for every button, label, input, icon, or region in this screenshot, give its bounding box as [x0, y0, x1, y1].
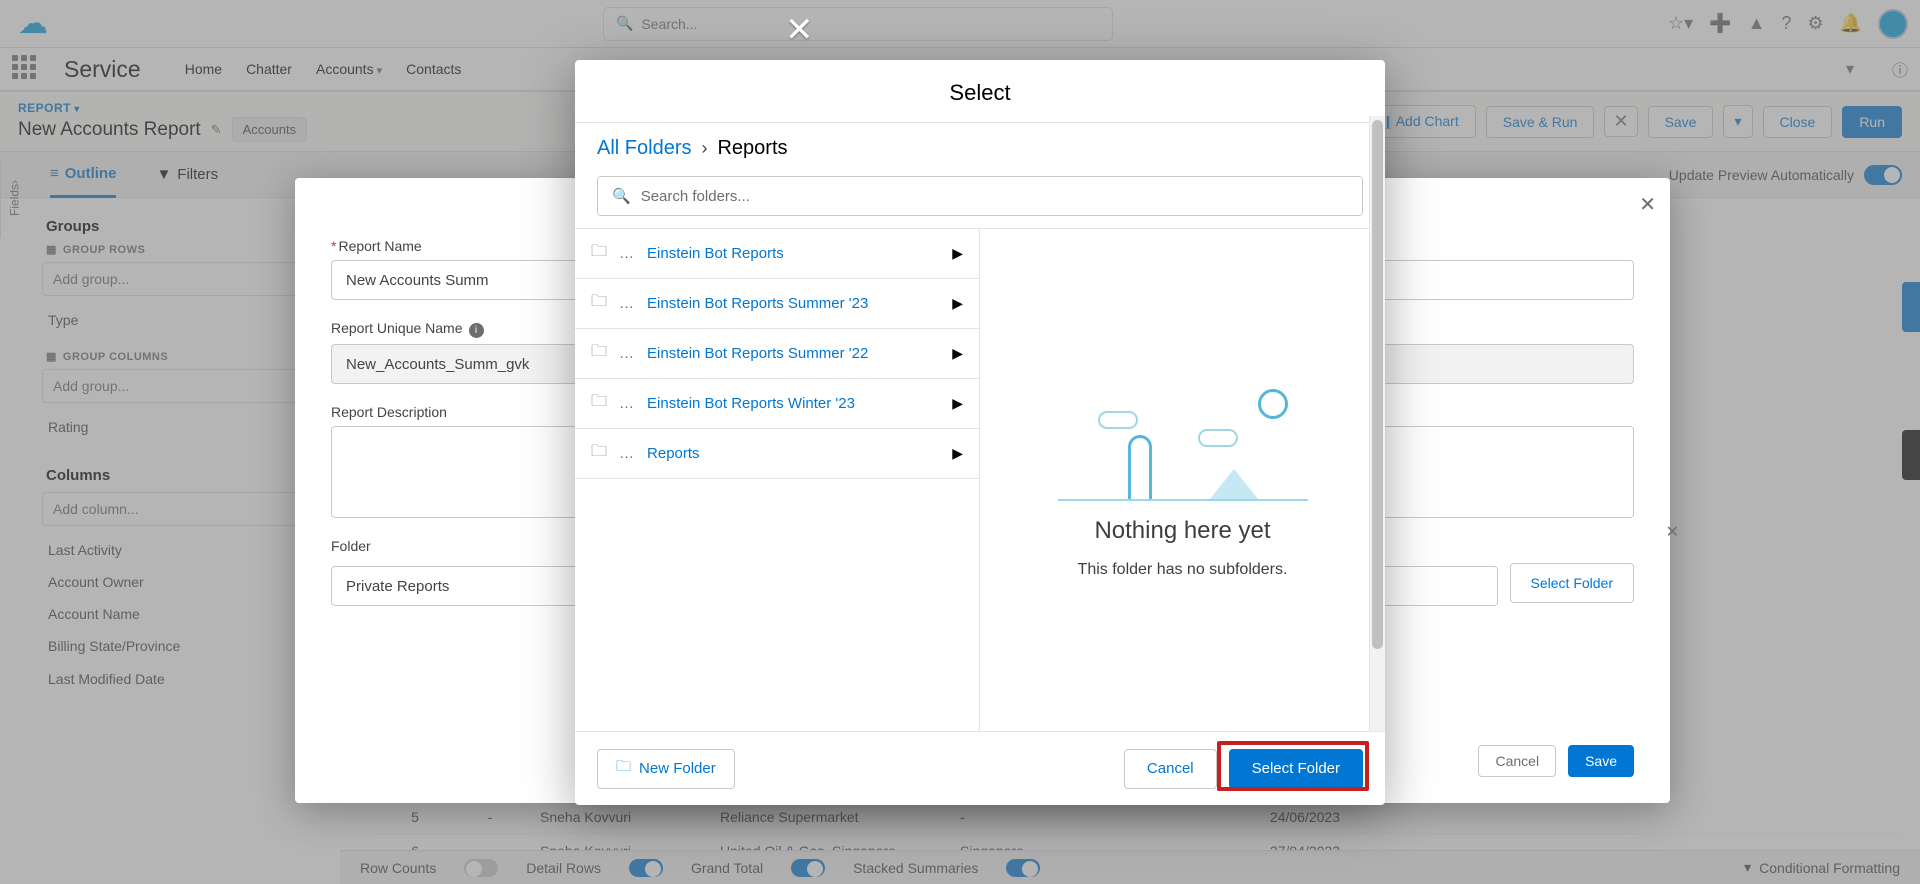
- folder-item[interactable]: 🗀…Einstein Bot Reports ▶: [575, 229, 979, 279]
- folder-cancel-button[interactable]: Cancel: [1124, 749, 1217, 789]
- chevron-right-icon: ▶: [952, 295, 963, 312]
- chevron-right-icon: ▶: [952, 395, 963, 412]
- save-dialog-close-icon[interactable]: ✕: [1639, 192, 1656, 217]
- folder-item[interactable]: 🗀…Einstein Bot Reports Summer '22 ▶: [575, 329, 979, 379]
- empty-subtitle: This folder has no subfolders.: [1078, 561, 1288, 579]
- new-folder-button[interactable]: 🗀 New Folder: [597, 749, 735, 789]
- folder-picker-dialog: Select All Folders › Reports 🔍 Search fo…: [575, 60, 1385, 805]
- folder-dialog-title: Select: [575, 60, 1385, 123]
- folder-item[interactable]: 🗀…Reports ▶: [575, 429, 979, 479]
- clear-desc-icon[interactable]: ✕: [1666, 522, 1679, 542]
- chevron-right-icon: ▶: [952, 245, 963, 262]
- folder-dialog-footer: 🗀 New Folder Cancel Select Folder: [575, 731, 1385, 805]
- breadcrumb-current: Reports: [717, 137, 787, 160]
- info-icon[interactable]: i: [469, 323, 484, 338]
- chevron-right-icon: ▶: [952, 345, 963, 362]
- empty-title: Nothing here yet: [1094, 517, 1270, 545]
- folder-breadcrumb: All Folders › Reports: [575, 123, 1385, 170]
- chevron-right-icon: ▶: [952, 445, 963, 462]
- folder-icon: 🗀: [591, 290, 607, 317]
- folder-icon: 🗀: [591, 340, 607, 367]
- desert-illustration: [1058, 381, 1308, 501]
- save-dialog-save-button[interactable]: Save: [1568, 745, 1634, 777]
- folder-icon: 🗀: [616, 756, 631, 781]
- folder-list: 🗀…Einstein Bot Reports ▶ 🗀…Einstein Bot …: [575, 229, 980, 731]
- folder-item[interactable]: 🗀…Einstein Bot Reports Summer '23 ▶: [575, 279, 979, 329]
- dialog-scrollbar[interactable]: [1369, 116, 1385, 731]
- folder-icon: 🗀: [591, 240, 607, 267]
- search-icon: 🔍: [612, 187, 631, 205]
- folder-icon: 🗀: [591, 440, 607, 467]
- folder-empty-state: Nothing here yet This folder has no subf…: [980, 229, 1385, 731]
- save-dialog-cancel-button[interactable]: Cancel: [1478, 745, 1556, 777]
- chevron-right-icon: ›: [701, 138, 707, 159]
- folder-icon: 🗀: [591, 390, 607, 417]
- folder-select-button[interactable]: Select Folder: [1229, 749, 1363, 789]
- select-folder-button[interactable]: Select Folder: [1510, 563, 1634, 603]
- breadcrumb-root[interactable]: All Folders: [597, 137, 691, 160]
- folder-search-input[interactable]: 🔍 Search folders...: [597, 176, 1363, 216]
- folder-dialog-close-icon[interactable]: ✕: [785, 10, 814, 50]
- folder-item[interactable]: 🗀…Einstein Bot Reports Winter '23 ▶: [575, 379, 979, 429]
